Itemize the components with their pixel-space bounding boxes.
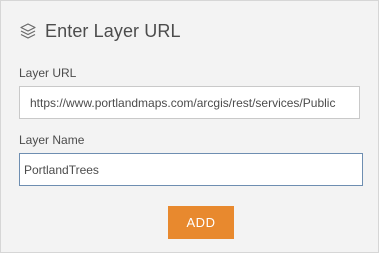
- layer-url-input[interactable]: [19, 86, 360, 119]
- layer-name-label: Layer Name: [19, 133, 85, 147]
- layer-url-label: Layer URL: [19, 66, 77, 80]
- panel-header: Enter Layer URL: [19, 19, 181, 43]
- layers-icon: [19, 22, 37, 40]
- panel-title: Enter Layer URL: [45, 20, 181, 41]
- add-button[interactable]: ADD: [168, 206, 234, 239]
- add-layer-panel: Enter Layer URL Layer URL Layer Name ADD: [0, 0, 379, 253]
- layer-name-input[interactable]: [19, 153, 363, 186]
